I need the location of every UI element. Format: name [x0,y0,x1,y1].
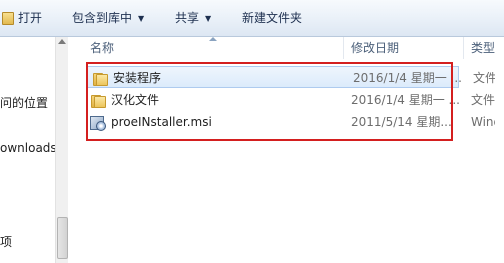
column-divider[interactable] [463,37,464,59]
column-divider[interactable] [343,37,344,59]
include-in-library-label: 包含到库中 [72,11,133,25]
open-button[interactable]: 打开 [18,0,42,36]
column-header-date-modified[interactable]: 修改日期 [351,37,399,59]
open-icon[interactable] [2,12,14,25]
annotation-highlight-box [86,62,453,141]
column-header-name[interactable]: 名称 [90,37,114,59]
navigation-scrollbar[interactable] [55,37,68,263]
command-bar: 打开 包含到库中 ▼ 共享 ▼ 新建文件夹 [0,0,504,37]
share-with-button[interactable]: 共享 ▼ [175,0,211,36]
column-header-type[interactable]: 类型 [471,37,495,59]
include-in-library-button[interactable]: 包含到库中 ▼ [72,0,144,36]
nav-item-other[interactable]: 项 [0,233,12,250]
chevron-down-icon: ▼ [205,14,212,23]
nav-item-recent-places[interactable]: 问的位置 [0,94,48,111]
open-label: 打开 [18,11,43,25]
file-list-scroll-area [495,59,504,263]
new-folder-button[interactable]: 新建文件夹 [242,0,302,36]
new-folder-label: 新建文件夹 [242,11,303,25]
chevron-down-icon: ▼ [138,14,145,23]
share-with-label: 共享 [175,11,200,25]
scrollbar-thumb[interactable] [57,217,68,259]
scroll-up-arrow-icon[interactable] [58,39,66,44]
sort-ascending-icon [209,37,217,41]
nav-item-downloads[interactable]: ownloads [0,141,57,155]
